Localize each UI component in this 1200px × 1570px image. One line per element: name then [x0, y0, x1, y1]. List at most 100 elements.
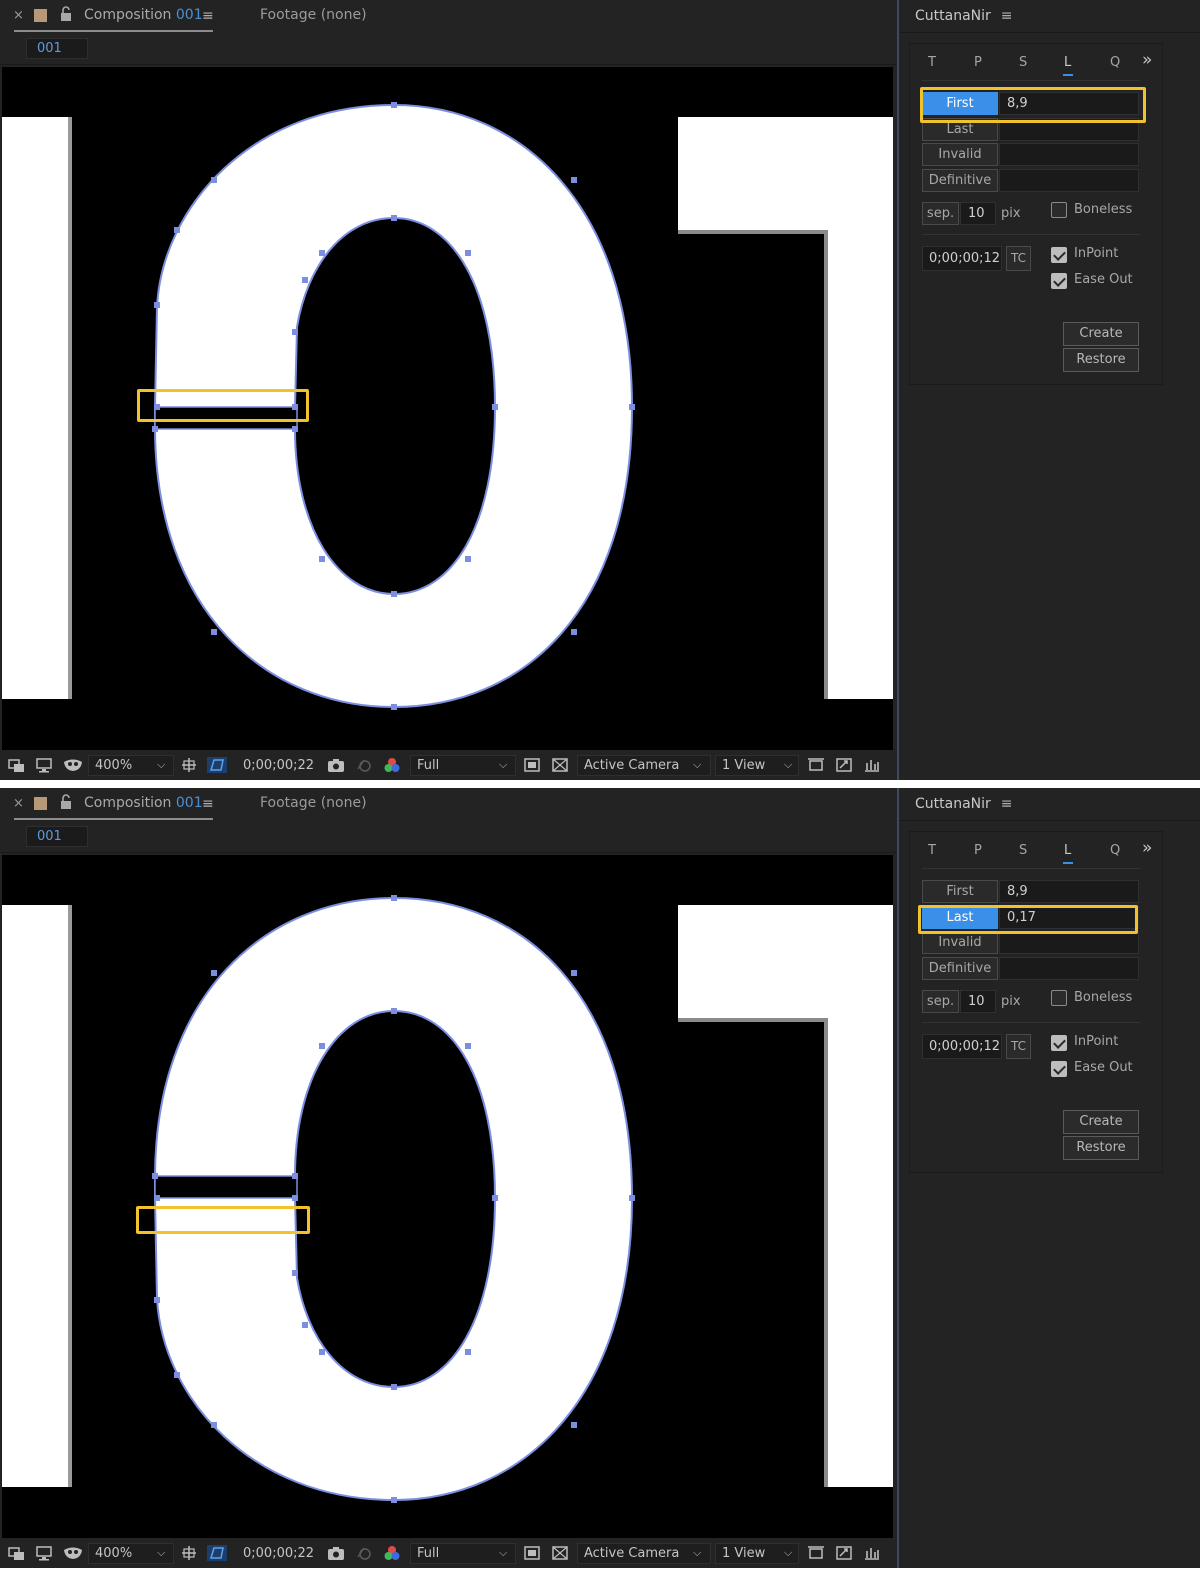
- grid-guide-icon[interactable]: [180, 1545, 198, 1561]
- transparency-grid-icon[interactable]: [551, 1545, 569, 1561]
- chevron-down-icon[interactable]: ⌵: [784, 1546, 792, 1560]
- chevron-down-icon[interactable]: ⌵: [499, 1546, 507, 1560]
- inpoint-checkbox[interactable]: [1051, 247, 1067, 263]
- boneless-checkbox[interactable]: [1051, 202, 1067, 218]
- region-of-interest-icon[interactable]: [523, 1545, 541, 1561]
- monitor-icon[interactable]: [35, 757, 53, 773]
- mask-visibility-icon[interactable]: [62, 1545, 84, 1561]
- grid-guide-icon[interactable]: [180, 757, 198, 773]
- composition-viewer[interactable]: [2, 67, 893, 750]
- first-value-field[interactable]: 8,9: [999, 880, 1139, 903]
- always-preview-icon[interactable]: [8, 1545, 26, 1561]
- invalid-value-field[interactable]: [999, 143, 1139, 166]
- tab-s[interactable]: S: [1019, 55, 1027, 70]
- invalid-button[interactable]: Invalid: [922, 931, 998, 954]
- first-button[interactable]: First: [922, 880, 998, 903]
- panel-menu-icon[interactable]: ≡: [1001, 8, 1013, 24]
- restore-button[interactable]: Restore: [1063, 348, 1139, 372]
- sep-input[interactable]: 10: [960, 202, 996, 225]
- path-vertex: [154, 1297, 160, 1303]
- more-tabs-icon[interactable]: »: [1142, 50, 1152, 70]
- tab-s[interactable]: S: [1019, 843, 1027, 858]
- create-button[interactable]: Create: [1063, 1110, 1139, 1134]
- mask-path-icon[interactable]: [207, 757, 227, 773]
- footage-tab[interactable]: Footage (none): [260, 7, 367, 23]
- close-tab-icon[interactable]: ×: [13, 8, 24, 23]
- composition-menu-icon[interactable]: ≡: [202, 8, 214, 24]
- fast-previews-icon[interactable]: [835, 757, 853, 773]
- sep-input[interactable]: 10: [960, 990, 996, 1013]
- tc-button[interactable]: TC: [1006, 1034, 1031, 1059]
- show-snapshot-icon[interactable]: [355, 1545, 373, 1561]
- tab-l[interactable]: L: [1064, 843, 1071, 858]
- channel-rgb-icon[interactable]: [383, 1545, 401, 1561]
- tab-t[interactable]: T: [928, 843, 936, 858]
- definitive-value-field[interactable]: [999, 169, 1139, 192]
- sep-button[interactable]: sep.: [922, 202, 959, 225]
- active-tab-indicator: [1063, 74, 1073, 76]
- create-button[interactable]: Create: [1063, 322, 1139, 346]
- composition-breadcrumb[interactable]: 001: [26, 826, 88, 847]
- invalid-value-field[interactable]: [999, 931, 1139, 954]
- mask-path-icon[interactable]: [207, 1545, 227, 1561]
- chevron-down-icon[interactable]: ⌵: [693, 758, 701, 772]
- composition-tab-title[interactable]: Composition 001: [84, 795, 203, 811]
- tab-q[interactable]: Q: [1110, 55, 1120, 70]
- timeline-icon[interactable]: [863, 757, 881, 773]
- mask-visibility-icon[interactable]: [62, 757, 84, 773]
- timecode-input[interactable]: 0;00;00;12: [922, 246, 1002, 271]
- current-time-display[interactable]: 0;00;00;22: [236, 755, 320, 776]
- chevron-down-icon[interactable]: ⌵: [157, 758, 165, 772]
- composition-tab-title[interactable]: Composition 001: [84, 7, 203, 23]
- composition-menu-icon[interactable]: ≡: [202, 796, 214, 812]
- footage-tab[interactable]: Footage (none): [260, 795, 367, 811]
- timeline-icon[interactable]: [863, 1545, 881, 1561]
- viewer-canvas[interactable]: [2, 67, 893, 750]
- snapshot-camera-icon[interactable]: [327, 1545, 345, 1561]
- monitor-icon[interactable]: [35, 1545, 53, 1561]
- transparency-grid-icon[interactable]: [551, 757, 569, 773]
- definitive-button[interactable]: Definitive: [922, 957, 998, 980]
- definitive-button[interactable]: Definitive: [922, 169, 998, 192]
- camera-view-select[interactable]: Active Camera: [577, 1543, 711, 1564]
- pixel-aspect-icon[interactable]: [807, 757, 825, 773]
- tab-p[interactable]: P: [974, 55, 982, 70]
- always-preview-icon[interactable]: [8, 757, 26, 773]
- more-tabs-icon[interactable]: »: [1142, 838, 1152, 858]
- restore-button[interactable]: Restore: [1063, 1136, 1139, 1160]
- chevron-down-icon[interactable]: ⌵: [784, 758, 792, 772]
- composition-breadcrumb[interactable]: 001: [26, 38, 88, 59]
- tab-q[interactable]: Q: [1110, 843, 1120, 858]
- panel-menu-icon[interactable]: ≡: [1001, 796, 1013, 812]
- close-tab-icon[interactable]: ×: [13, 796, 24, 811]
- easeout-checkbox[interactable]: [1051, 273, 1067, 289]
- timecode-input[interactable]: 0;00;00;12: [922, 1034, 1002, 1059]
- chevron-down-icon[interactable]: ⌵: [499, 758, 507, 772]
- boneless-checkbox[interactable]: [1051, 990, 1067, 1006]
- fast-previews-icon[interactable]: [835, 1545, 853, 1561]
- show-snapshot-icon[interactable]: [355, 757, 373, 773]
- invalid-button[interactable]: Invalid: [922, 143, 998, 166]
- sep-button[interactable]: sep.: [922, 990, 959, 1013]
- view-layout-value: 1 View: [722, 758, 766, 773]
- viewer-canvas[interactable]: [2, 855, 893, 1538]
- pixel-aspect-icon[interactable]: [807, 1545, 825, 1561]
- current-time-display[interactable]: 0;00;00;22: [236, 1543, 320, 1564]
- tab-p[interactable]: P: [974, 843, 982, 858]
- definitive-value-field[interactable]: [999, 957, 1139, 980]
- path-vertex: [154, 302, 160, 308]
- snapshot-camera-icon[interactable]: [327, 757, 345, 773]
- channel-rgb-icon[interactable]: [383, 757, 401, 773]
- lock-icon[interactable]: [59, 794, 73, 810]
- chevron-down-icon[interactable]: ⌵: [157, 1546, 165, 1560]
- camera-view-select[interactable]: Active Camera: [577, 755, 711, 776]
- lock-icon[interactable]: [59, 6, 73, 22]
- inpoint-checkbox[interactable]: [1051, 1035, 1067, 1051]
- easeout-checkbox[interactable]: [1051, 1061, 1067, 1077]
- tc-button[interactable]: TC: [1006, 246, 1031, 271]
- chevron-down-icon[interactable]: ⌵: [693, 1546, 701, 1560]
- tab-t[interactable]: T: [928, 55, 936, 70]
- tab-l[interactable]: L: [1064, 55, 1071, 70]
- composition-viewer[interactable]: [2, 855, 893, 1538]
- region-of-interest-icon[interactable]: [523, 757, 541, 773]
